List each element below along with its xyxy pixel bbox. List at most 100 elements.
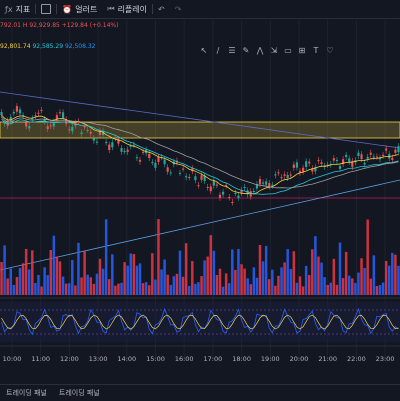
volume-bar	[40, 286, 43, 295]
volume-bar	[117, 283, 120, 295]
brush-icon[interactable]: ✎	[240, 45, 252, 55]
volume-bar	[264, 245, 268, 295]
fib-icon[interactable]: ☰	[226, 45, 238, 55]
volume-bar	[307, 275, 311, 295]
volume-bar	[80, 277, 83, 295]
volume-bar	[92, 283, 96, 295]
candle-body	[151, 162, 154, 164]
replay-button[interactable]: ⏮ 리플레이	[102, 4, 152, 15]
volume-bar	[86, 274, 89, 295]
volume-bar	[77, 242, 80, 295]
volume-bar	[37, 274, 40, 295]
candle-body	[25, 122, 28, 127]
candle-body	[382, 154, 385, 156]
volume-bar	[271, 269, 274, 295]
volume-bar	[335, 284, 339, 295]
ohlc-legend: 792.01 H 92,929.85 +129.84 (+0.14%)	[0, 22, 119, 29]
volume-bar	[31, 250, 34, 295]
top-toolbar: ƒx 지표 ⏰ 얼러트 ⏮ 리플레이 ↶ ↷	[0, 0, 400, 19]
volume-bar	[0, 262, 3, 295]
candle-body	[360, 154, 363, 160]
candle-body	[95, 141, 98, 143]
volume-bar	[178, 250, 182, 295]
drawing-toolbar: ↖ ∕ ☰ ✎ ⋀ ⇲ ▭ ⊞ T ♡	[198, 45, 336, 55]
candle-body	[148, 153, 151, 159]
ma-value-3: 92,508.32	[64, 43, 96, 50]
price-chart[interactable]: 10:00 11:00 12:00 13:00 14:00 15:00 16:00 17:00…	[0, 20, 400, 384]
volume-bar	[354, 282, 357, 295]
volume-bar	[43, 267, 46, 295]
candle-body	[12, 111, 15, 114]
volume-bar	[267, 279, 271, 295]
volume-bar	[61, 276, 65, 295]
pattern-icon[interactable]: ⋀	[254, 45, 266, 55]
measure-icon[interactable]: ⊞	[296, 45, 308, 55]
candle-body	[111, 142, 114, 148]
candle-body	[338, 166, 342, 169]
candle-body	[271, 184, 274, 186]
time-axis-label: 19:00	[261, 355, 280, 363]
time-axis-label: 17:00	[204, 355, 223, 363]
volume-bar	[206, 256, 209, 295]
candle-body	[166, 167, 169, 172]
undo-button[interactable]: ↶	[153, 5, 170, 14]
volume-bar	[154, 279, 157, 295]
volume-bar	[249, 284, 253, 295]
candle-body	[286, 175, 289, 178]
candle-body	[302, 167, 305, 172]
candle-body	[258, 178, 262, 185]
volume-bar	[138, 263, 142, 295]
candle-body	[243, 186, 246, 188]
candle-body	[157, 156, 160, 162]
candle-body	[308, 161, 311, 164]
shapes-icon[interactable]: ▭	[282, 45, 294, 55]
volume-bar	[111, 254, 114, 295]
indicators-button[interactable]: ƒx 지표	[0, 4, 35, 15]
volume-bar	[203, 260, 206, 295]
volume-bar	[27, 269, 31, 295]
volume-bar	[166, 274, 169, 295]
volume-bar	[9, 268, 13, 295]
layout-grid-button[interactable]	[36, 4, 56, 14]
candle-body	[46, 126, 49, 130]
forecast-icon[interactable]: ⇲	[268, 45, 280, 55]
volume-bar	[261, 261, 265, 295]
alarm-icon: ⏰	[62, 4, 73, 14]
candle-body	[135, 157, 138, 159]
volume-bar	[197, 282, 200, 295]
volume-bar	[163, 259, 166, 295]
candle-body	[228, 196, 231, 198]
cursor-icon[interactable]: ↖	[198, 45, 210, 55]
undo-icon: ↶	[158, 4, 165, 14]
icon-icon[interactable]: ♡	[324, 45, 336, 55]
volume-bar	[209, 235, 213, 295]
candle-body	[9, 116, 12, 122]
candle-body	[280, 177, 283, 179]
text-icon[interactable]: T	[310, 45, 322, 55]
candle-body	[252, 190, 255, 193]
candle-body	[274, 174, 277, 176]
trading-panel-tab-2[interactable]: 트레이딩 패널	[53, 388, 106, 398]
candle-body	[126, 149, 129, 152]
candle-body	[231, 201, 234, 203]
volume-bar	[67, 283, 71, 295]
candle-body	[169, 172, 172, 174]
redo-button[interactable]: ↷	[170, 5, 187, 14]
volume-bar	[126, 265, 129, 295]
volume-bar	[132, 254, 136, 295]
volume-bar	[135, 265, 139, 295]
volume-bar	[71, 259, 74, 295]
trendline-icon[interactable]: ∕	[212, 45, 224, 55]
alert-button[interactable]: ⏰ 얼러트	[57, 4, 102, 15]
volume-bar	[194, 283, 197, 295]
trading-panel-tab-1[interactable]: 트레이딩 패널	[0, 388, 53, 398]
candle-body	[182, 168, 185, 170]
time-axis-label: 21:00	[318, 355, 337, 363]
candle-body	[332, 158, 335, 161]
volume-bar	[55, 256, 59, 295]
volume-bar	[329, 282, 333, 295]
candle-body	[40, 109, 43, 111]
volume-bar	[252, 267, 256, 295]
volume-bar	[323, 277, 326, 295]
volume-bar	[218, 268, 222, 295]
